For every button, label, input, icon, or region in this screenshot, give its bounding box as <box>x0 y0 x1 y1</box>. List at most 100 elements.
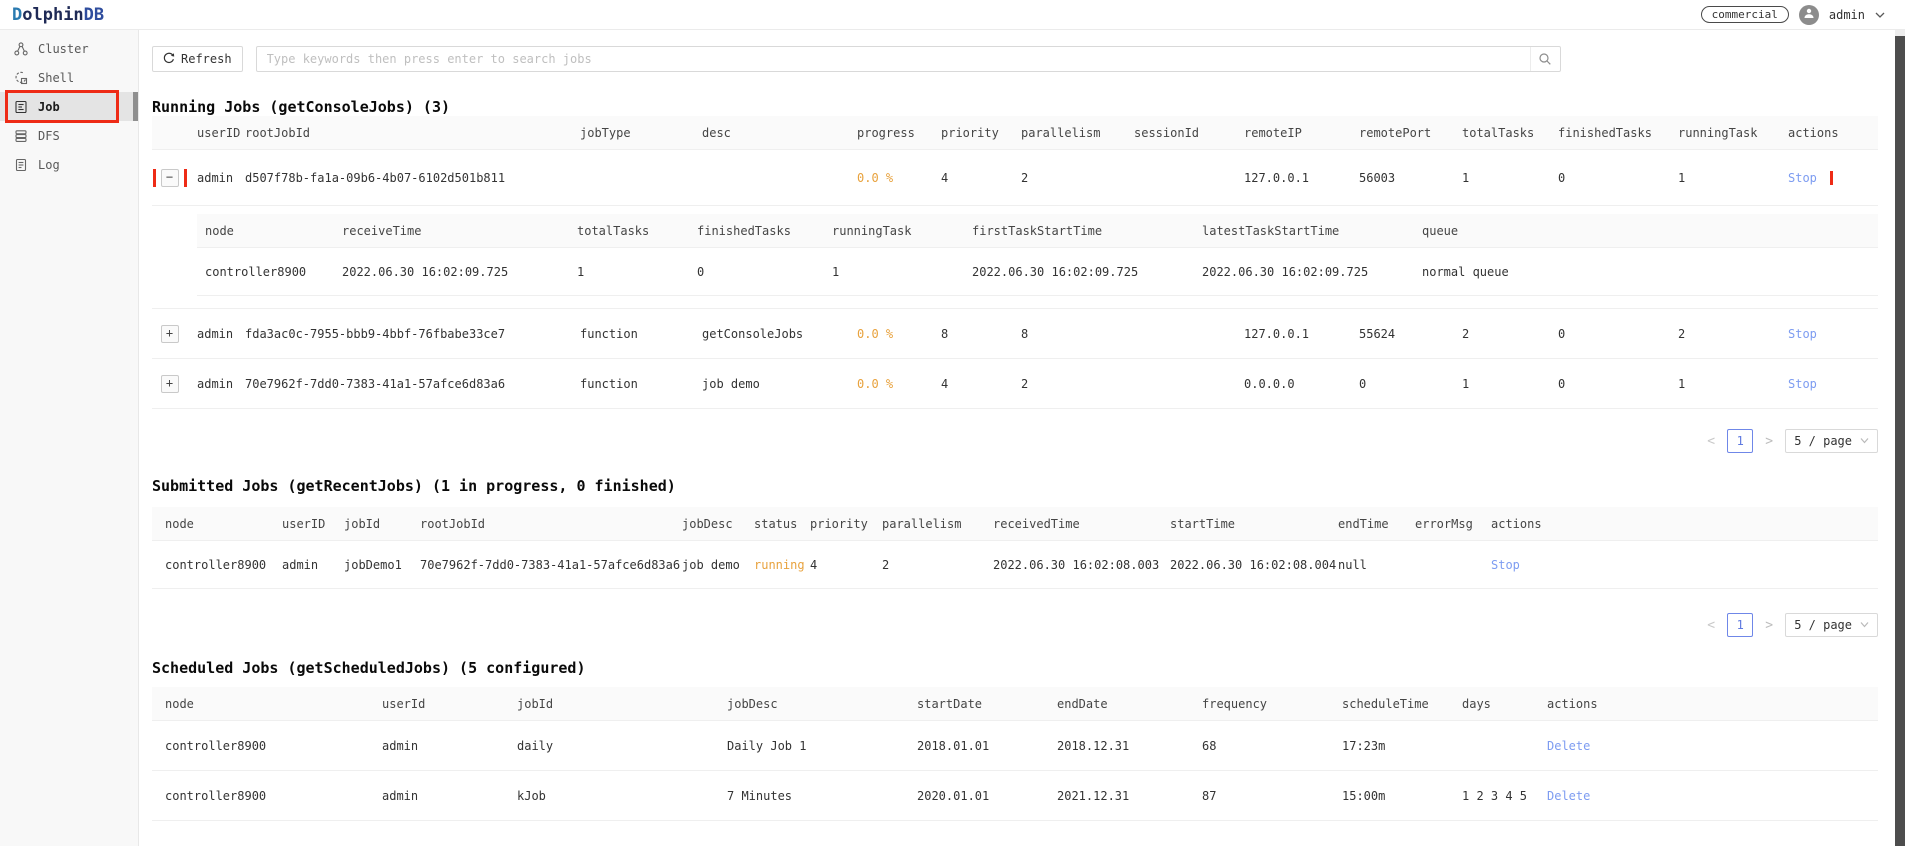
cell-runningTask: 1 <box>1678 171 1788 185</box>
column-header: jobType <box>580 126 702 140</box>
cell-scheduleTime: 17:23m <box>1342 739 1462 753</box>
column-header: remoteIP <box>1244 126 1359 140</box>
cell-node: controller8900 <box>152 789 382 803</box>
refresh-button[interactable]: Refresh <box>152 46 243 72</box>
column-header: priority <box>810 517 882 531</box>
expand-row-button[interactable]: + <box>161 375 179 393</box>
cell-parallelism: 2 <box>1021 171 1134 185</box>
pagination-next-button[interactable]: > <box>1761 434 1777 449</box>
submitted-jobs-header-row: node userID jobId rootJobId jobDesc stat… <box>152 507 1878 541</box>
cell-firstTaskStartTime: 2022.06.30 16:02:09.725 <box>972 265 1202 279</box>
cell-startDate: 2020.01.01 <box>917 789 1057 803</box>
stop-job-link[interactable]: Stop <box>1788 377 1817 391</box>
cell-priority: 4 <box>941 377 1021 391</box>
cell-totalTasks: 1 <box>1462 377 1558 391</box>
column-header: errorMsg <box>1415 517 1491 531</box>
sidebar-item-label: Cluster <box>38 42 89 56</box>
sidebar-item-label: Shell <box>38 71 74 85</box>
job-search <box>256 46 1561 72</box>
sidebar-item-cluster[interactable]: Cluster <box>0 34 138 63</box>
cell-frequency: 68 <box>1202 739 1342 753</box>
cell-frequency: 87 <box>1202 789 1342 803</box>
sidebar-item-shell[interactable]: Shell <box>0 63 138 92</box>
column-header: desc <box>702 126 857 140</box>
running-jobs-table: userID rootJobId jobType desc progress p… <box>152 116 1878 409</box>
pagination-next-button[interactable]: > <box>1761 618 1777 633</box>
cluster-icon <box>14 42 28 56</box>
column-header: parallelism <box>882 517 993 531</box>
cell-desc: job demo <box>702 377 857 391</box>
page-size-select[interactable]: 5 / page <box>1785 613 1878 637</box>
sidebar-item-dfs[interactable]: DFS <box>0 121 138 150</box>
column-header: jobId <box>344 517 420 531</box>
table-row: controller8900 admin jobDemo1 70e7962f-7… <box>152 541 1878 589</box>
table-row: − admin d507f78b-fa1a-09b6-4b07-6102d501… <box>152 150 1878 206</box>
logo-mark: D <box>12 5 22 25</box>
cell-endDate: 2021.12.31 <box>1057 789 1202 803</box>
column-header: runningTask <box>1678 126 1788 140</box>
pagination-page-1[interactable]: 1 <box>1727 429 1753 453</box>
log-icon <box>14 158 28 172</box>
user-avatar[interactable] <box>1799 5 1819 25</box>
delete-job-link[interactable]: Delete <box>1547 739 1590 753</box>
column-header: progress <box>857 126 941 140</box>
subtable-header-row: node receiveTime totalTasks finishedTask… <box>197 214 1878 248</box>
user-menu[interactable]: admin <box>1829 8 1865 22</box>
delete-job-link[interactable]: Delete <box>1547 789 1590 803</box>
expanded-row-detail: node receiveTime totalTasks finishedTask… <box>152 206 1878 309</box>
column-header: jobDesc <box>727 697 917 711</box>
cell-remotePort: 0 <box>1359 377 1462 391</box>
cell-userID: admin <box>197 171 245 185</box>
cell-totalTasks: 1 <box>577 265 697 279</box>
stop-job-link[interactable]: Stop <box>1788 327 1817 341</box>
search-input[interactable] <box>257 47 1530 71</box>
cell-parallelism: 2 <box>1021 377 1134 391</box>
column-header: priority <box>941 126 1021 140</box>
cell-remoteIP: 127.0.0.1 <box>1244 327 1359 341</box>
cell-scheduleTime: 15:00m <box>1342 789 1462 803</box>
column-header: latestTaskStartTime <box>1202 224 1422 238</box>
column-header: startDate <box>917 697 1057 711</box>
sidebar-item-label: Log <box>38 158 60 172</box>
page-size-select[interactable]: 5 / page <box>1785 429 1878 453</box>
cell-finishedTasks: 0 <box>1558 377 1678 391</box>
user-avatar-icon <box>1803 7 1815 22</box>
column-header: remotePort <box>1359 126 1462 140</box>
running-jobs-title: Running Jobs (getConsoleJobs) (3) <box>152 98 1878 116</box>
dolphindb-logo: DolphinDB <box>12 5 104 25</box>
cell-node: controller8900 <box>197 265 342 279</box>
top-bar: DolphinDB commercial admin <box>0 0 1905 30</box>
table-row: controller8900 admin daily Daily Job 1 2… <box>152 721 1878 771</box>
column-header: actions <box>1788 126 1878 140</box>
pagination-page-1[interactable]: 1 <box>1727 613 1753 637</box>
cell-jobDesc: Daily Job 1 <box>727 739 917 753</box>
column-header: totalTasks <box>1462 126 1558 140</box>
refresh-icon <box>163 52 175 67</box>
stop-job-link[interactable]: Stop <box>1788 171 1817 185</box>
cell-receiveTime: 2022.06.30 16:02:09.725 <box>342 265 577 279</box>
column-header: userID <box>282 517 344 531</box>
sidebar-item-job[interactable]: Job <box>0 92 138 121</box>
license-badge: commercial <box>1701 6 1789 23</box>
cell-jobId: jobDemo1 <box>344 558 420 572</box>
cell-rootJobId: d507f78b-fa1a-09b6-4b07-6102d501b811 <box>245 171 580 185</box>
pagination-prev-button[interactable]: < <box>1703 618 1719 633</box>
collapse-row-button[interactable]: − <box>161 169 179 187</box>
chevron-down-icon[interactable] <box>1875 8 1885 22</box>
cell-rootJobId: fda3ac0c-7955-bbb9-4bbf-76fbabe33ce7 <box>245 327 580 341</box>
scrollbar-thumb[interactable] <box>1895 36 1905 846</box>
main-content: Refresh Running Jobs (getConsoleJobs) (3… <box>139 30 1905 846</box>
column-header: frequency <box>1202 697 1342 711</box>
pagination-prev-button[interactable]: < <box>1703 434 1719 449</box>
cell-finishedTasks: 0 <box>697 265 832 279</box>
cell-priority: 8 <box>941 327 1021 341</box>
expand-row-button[interactable]: + <box>161 325 179 343</box>
column-header: rootJobId <box>245 126 580 140</box>
column-header: endTime <box>1338 517 1415 531</box>
column-header: userId <box>382 697 517 711</box>
stop-job-link[interactable]: Stop <box>1491 558 1520 572</box>
sidebar-item-log[interactable]: Log <box>0 150 138 179</box>
search-icon[interactable] <box>1530 47 1560 71</box>
cell-runningTask: 2 <box>1678 327 1788 341</box>
cell-finishedTasks: 0 <box>1558 327 1678 341</box>
